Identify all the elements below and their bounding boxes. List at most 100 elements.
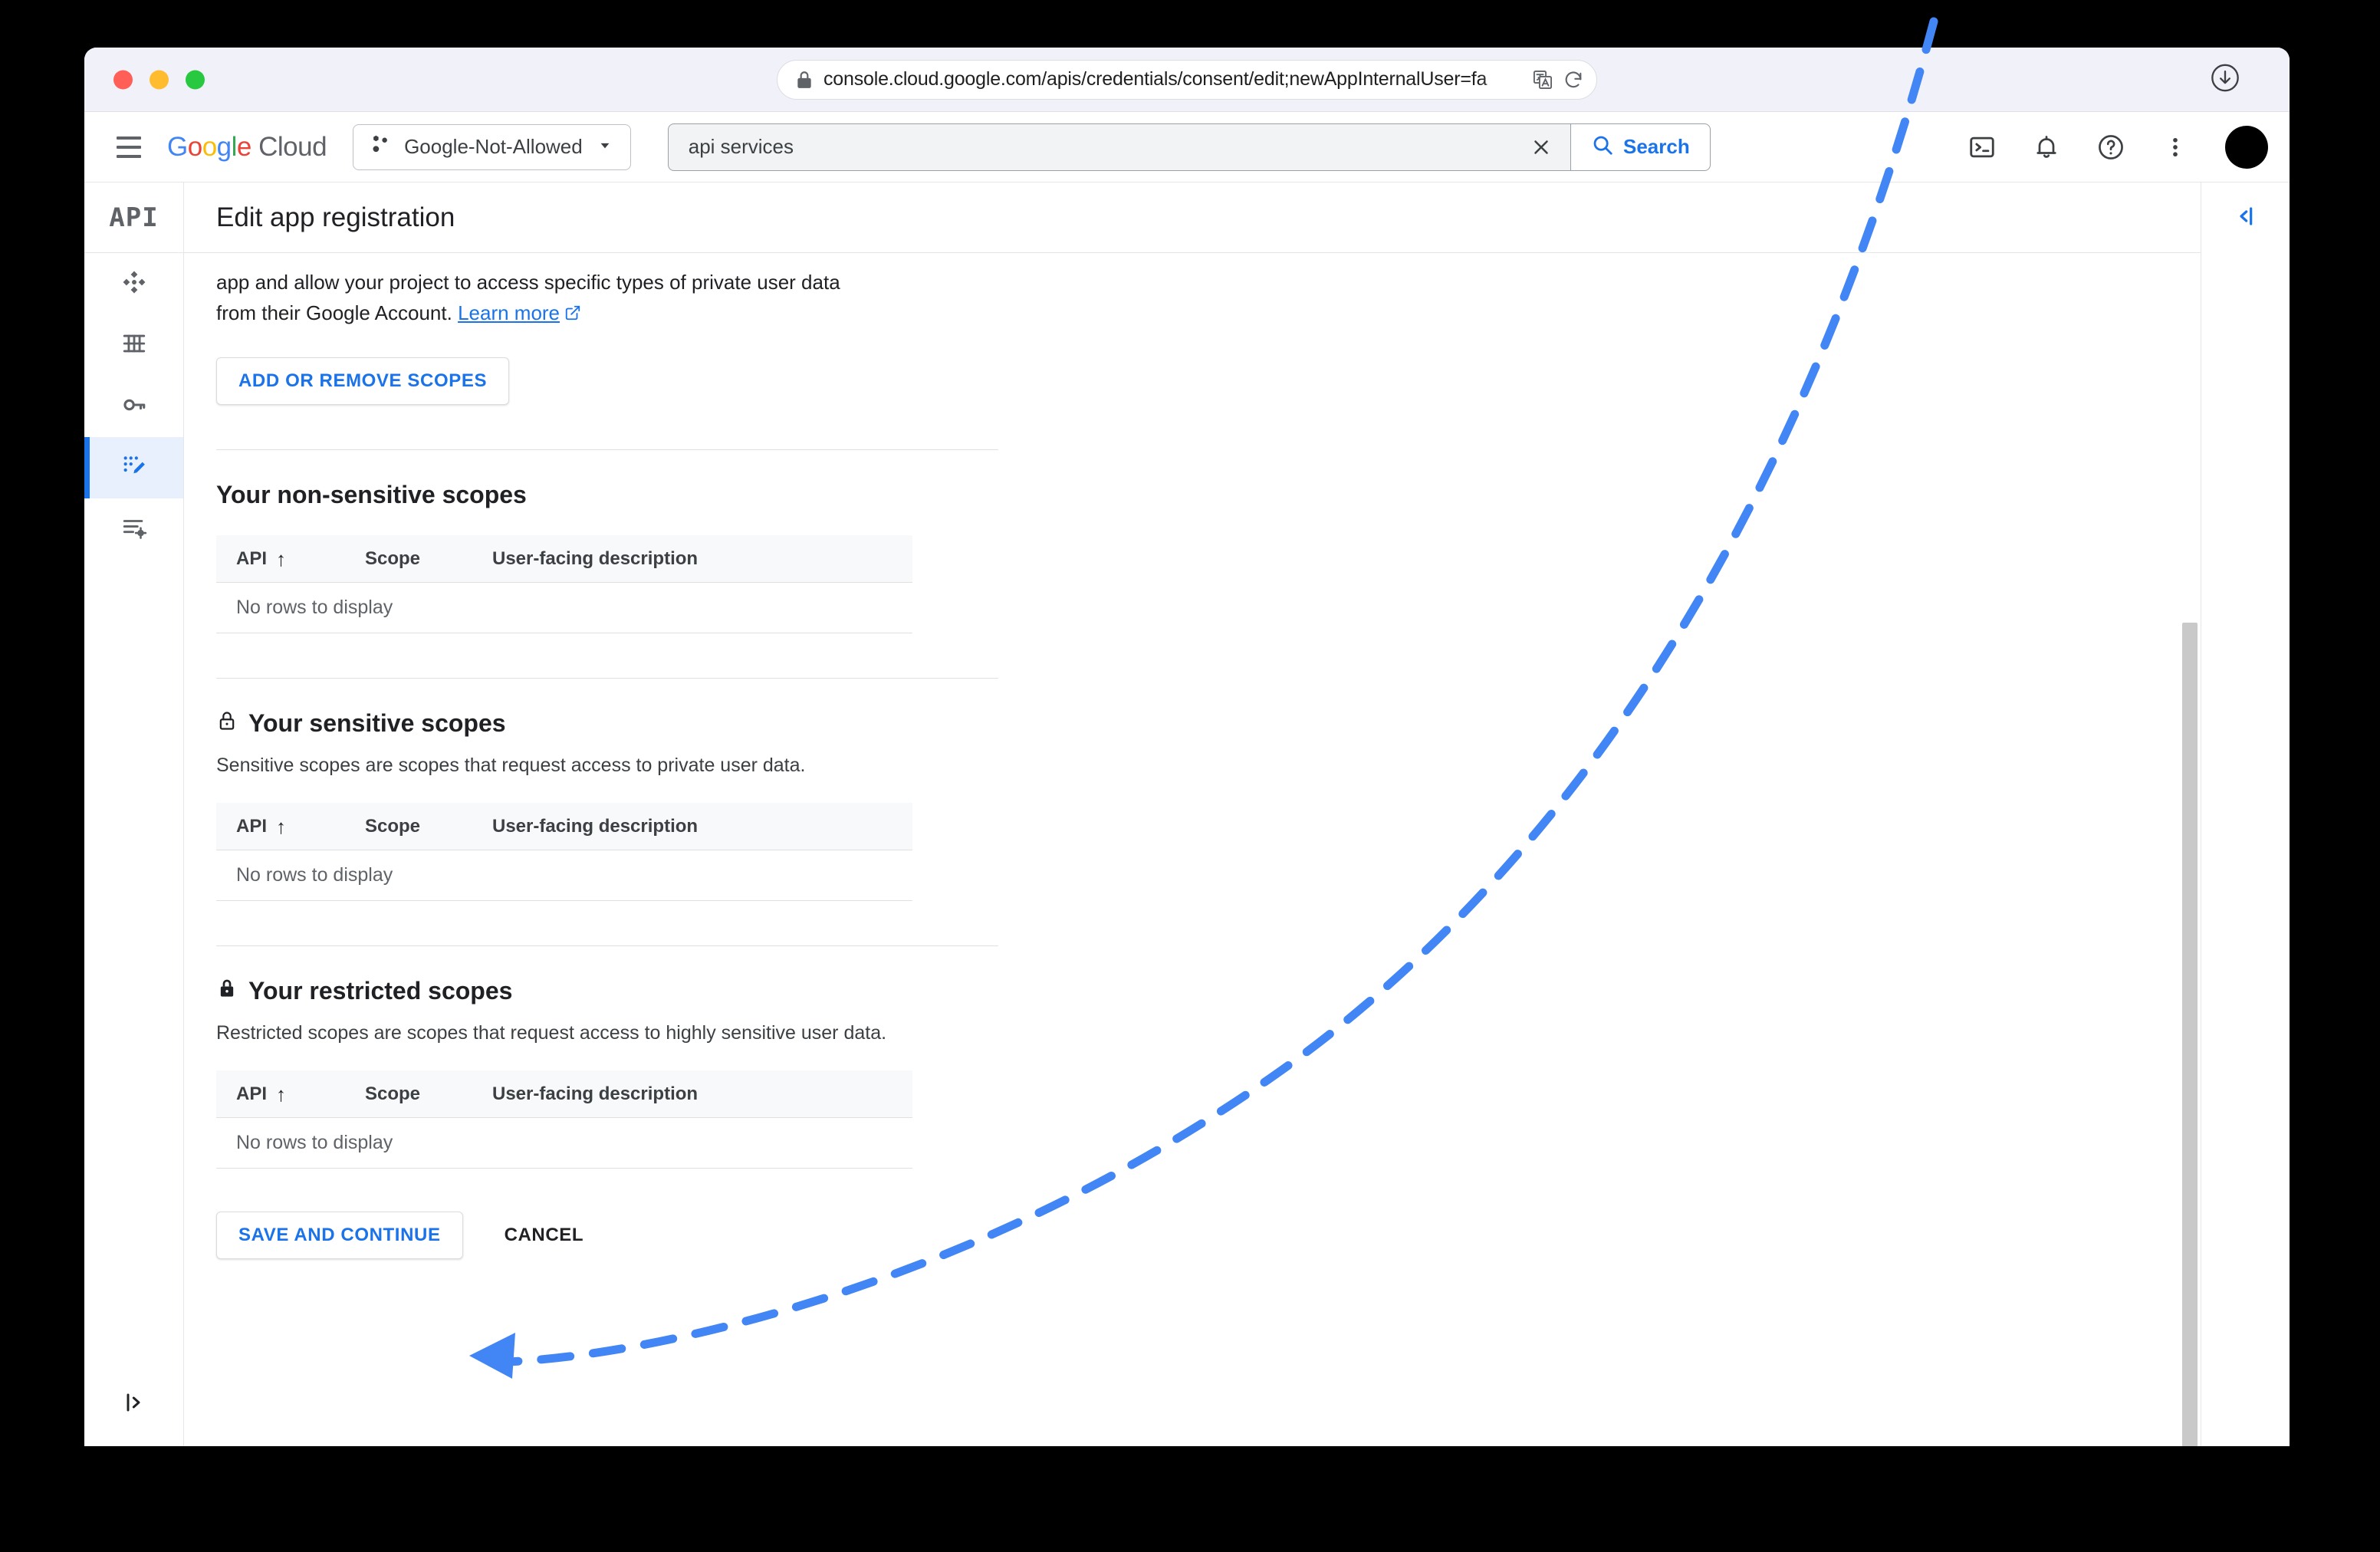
project-selector[interactable]: Google-Not-Allowed [353,123,631,170]
external-link-icon [564,299,581,330]
table-empty-message: No rows to display [216,1118,912,1169]
api-product-logo: API [84,182,183,253]
column-header-api-label: API [236,547,268,569]
sidebar-item-dashboard[interactable] [84,253,183,314]
page-title: Edit app registration [216,202,455,232]
download-icon[interactable] [2210,62,2240,97]
right-side-panel [2201,182,2290,1446]
content-scrollbar-thumb[interactable] [2182,623,2198,1446]
add-or-remove-scopes-button[interactable]: ADD OR REMOVE SCOPES [216,357,510,405]
window-traffic-lights [113,70,205,89]
api-logo-text: API [109,202,159,233]
section-restricted-scopes: Your restricted scopes Restricted scopes… [216,946,998,1169]
sidebar-expand-button[interactable] [84,1362,183,1446]
body-region: API Edit app registration app and allow … [84,182,2290,1446]
section-title-text: Your non-sensitive scopes [216,481,527,508]
search-icon [1591,133,1614,160]
content-scrollbar[interactable] [2178,253,2201,1446]
intro-line-1: app and allow your project to access spe… [216,271,840,294]
sort-ascending-icon: ↑ [276,547,287,570]
main-column: Edit app registration app and allow your… [184,182,2201,1446]
dashboard-diamond-icon [121,269,147,299]
notifications-bell-icon[interactable] [2026,127,2067,168]
minimize-window-button[interactable] [150,70,169,89]
sidebar-item-domain-verification[interactable] [84,498,183,560]
collapse-panel-icon [2234,204,2258,232]
project-name: Google-Not-Allowed [404,135,583,158]
browser-window: console.cloud.google.com/apis/credential… [84,48,2290,1446]
column-header-api[interactable]: API ↑ [216,1083,365,1105]
section-description-sensitive: Sensitive scopes are scopes that request… [216,755,806,776]
search-field[interactable] [667,123,1512,171]
column-header-api[interactable]: API ↑ [216,816,365,837]
close-window-button[interactable] [113,70,133,89]
lock-filled-icon [216,977,238,1005]
reload-icon[interactable] [1563,69,1584,90]
lock-icon [794,70,814,90]
sidebar-item-credentials[interactable] [84,376,183,437]
section-heading-non-sensitive: Your non-sensitive scopes [216,481,998,509]
cloud-shell-icon[interactable] [1961,127,2003,168]
column-header-api-label: API [236,1083,268,1104]
column-header-api-label: API [236,815,268,837]
table-header-row: API ↑ Scope User-facing description [216,803,912,850]
cancel-button[interactable]: CANCEL [485,1212,604,1259]
scopes-intro-text: app and allow your project to access spe… [216,267,952,330]
section-description-restricted: Restricted scopes are scopes that reques… [216,1022,887,1044]
address-bar[interactable]: console.cloud.google.com/apis/credential… [777,59,1597,100]
column-header-api[interactable]: API ↑ [216,548,365,570]
sidebar-item-library[interactable] [84,314,183,376]
column-header-description[interactable]: User-facing description [492,816,912,837]
google-cloud-logo[interactable]: Google Cloud [167,132,327,163]
list-settings-icon [121,515,147,544]
page-header: Edit app registration [184,182,2201,253]
column-header-scope[interactable]: Scope [365,1083,492,1105]
table-header-row: API ↑ Scope User-facing description [216,1070,912,1118]
scopes-table-non-sensitive: API ↑ Scope User-facing description No r… [216,535,912,633]
action-button-row: SAVE AND CONTINUE CANCEL [216,1212,998,1290]
section-heading-restricted: Your restricted scopes [216,977,998,1005]
search-button-label: Search [1623,135,1690,158]
url-text: console.cloud.google.com/apis/credential… [823,68,1488,90]
column-header-scope[interactable]: Scope [365,816,492,837]
product-icon-rail: API [84,182,184,1446]
hamburger-menu-icon[interactable] [107,126,150,169]
table-empty-message: No rows to display [216,850,912,901]
scopes-table-sensitive: API ↑ Scope User-facing description No r… [216,803,912,901]
content-inner: app and allow your project to access spe… [216,253,998,1290]
section-title-text: Your sensitive scopes [248,709,506,737]
sort-ascending-icon: ↑ [276,1082,287,1106]
section-sensitive-scopes: Your sensitive scopes Sensitive scopes a… [216,679,998,901]
translate-icon[interactable] [1532,69,1553,90]
project-hexagons-icon [369,133,392,160]
topbar-icon-group [1961,125,2268,169]
key-icon [121,392,147,422]
search-bar: Search [667,123,1711,171]
search-button[interactable]: Search [1570,123,1711,171]
maximize-window-button[interactable] [186,70,205,89]
gcp-top-bar: Google Cloud Google-Not-Allowed api serv… [84,112,2290,182]
section-heading-sensitive: Your sensitive scopes [216,709,998,738]
rail-spacer [84,560,183,1362]
browser-chrome-bar: console.cloud.google.com/apis/credential… [84,48,2290,112]
intro-line-2: from their Google Account. [216,301,452,324]
column-header-description[interactable]: User-facing description [492,1083,912,1105]
table-empty-message: No rows to display [216,583,912,633]
search-input[interactable] [688,135,1512,159]
learn-more-link[interactable]: Learn more [458,301,560,324]
oauth-consent-edit-icon [121,453,147,483]
sort-ascending-icon: ↑ [276,814,287,838]
save-and-continue-button[interactable]: SAVE AND CONTINUE [216,1212,463,1259]
expand-panel-icon [122,1390,146,1419]
help-question-icon[interactable] [2090,127,2132,168]
column-header-scope[interactable]: Scope [365,548,492,570]
scopes-table-restricted: API ↑ Scope User-facing description No r… [216,1070,912,1169]
avatar[interactable] [2225,125,2268,169]
search-clear-button[interactable] [1512,123,1570,171]
sidebar-item-oauth-consent-screen[interactable] [84,437,183,498]
lock-outline-icon [216,709,238,738]
content-scroll-area: app and allow your project to access spe… [184,253,2201,1446]
column-header-description[interactable]: User-facing description [492,548,912,570]
more-options-icon[interactable] [2155,127,2196,168]
right-panel-collapse-button[interactable] [2201,182,2290,253]
